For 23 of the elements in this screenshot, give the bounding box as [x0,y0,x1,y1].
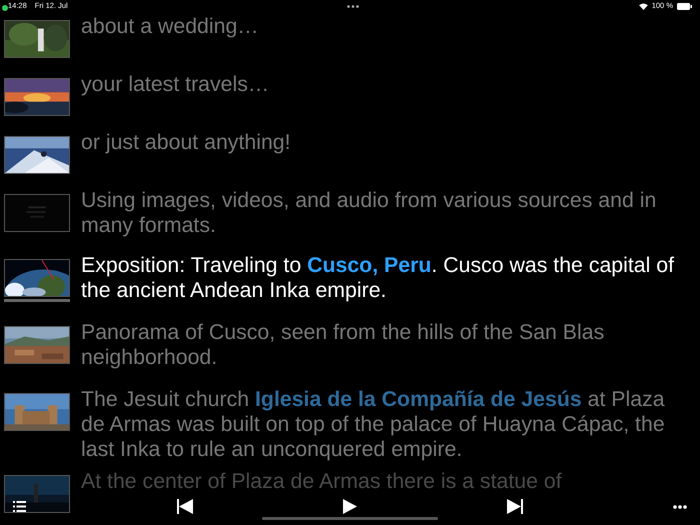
indicator-dot-icon [2,5,8,11]
list-button[interactable] [13,501,26,512]
play-icon [343,499,357,514]
slide-caption[interactable]: At the center of Plaza de Armas there is a statue of [81,469,696,494]
next-button[interactable] [507,499,523,514]
slide-caption[interactable]: Panorama of Cusco, seen from the hills of the San Blas neighborhood. [81,320,696,370]
previous-button[interactable] [177,499,193,514]
slide-caption[interactable]: Using images, videos, and audio from various sources and in many formats. [81,188,696,238]
progress-bar [4,299,70,302]
more-button[interactable] [673,505,687,509]
more-icon[interactable] [347,4,360,8]
more-icon [673,505,687,509]
slide-caption[interactable]: about a wedding… [81,14,696,39]
skip-forward-icon [507,499,523,514]
slide-caption[interactable]: The Jesuit church Iglesia de la Compañía de Jesús at Plaza de Armas was built on top of the palace of Huayna Cápac, the last Inka to rule an unconquered empire. [81,387,696,462]
slide-caption[interactable]: or just about anything! [81,130,696,155]
slide-caption[interactable]: your latest travels… [81,72,696,97]
list-icon [13,501,26,512]
slide-caption[interactable]: Exposition: Traveling to Cusco, Peru. Cusco was the capital of the ancient Andean Inka empire. [81,253,696,303]
battery-icon [677,2,692,10]
skip-back-icon [177,499,193,514]
play-button[interactable] [343,499,357,514]
wifi-icon [638,2,648,10]
